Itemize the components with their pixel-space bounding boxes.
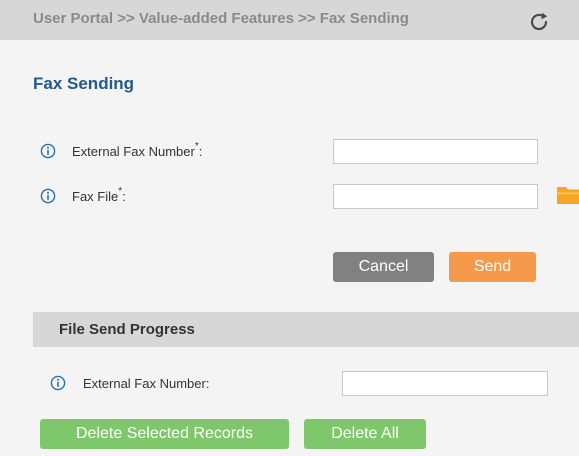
label-colon: : <box>198 144 203 159</box>
fax-file-label: Fax File*: <box>72 185 126 204</box>
required-mark: * <box>194 140 199 152</box>
progress-external-fax-number-input[interactable] <box>342 371 548 396</box>
breadcrumb-bar: User Portal >> Value-added Features >> F… <box>0 0 579 40</box>
progress-external-fax-number-label: External Fax Number: <box>83 376 210 391</box>
delete-all-button[interactable]: Delete All <box>304 419 426 449</box>
external-fax-number-label: External Fax Number*: <box>72 140 203 159</box>
info-icon[interactable] <box>40 143 56 159</box>
page-title: Fax Sending <box>33 74 135 93</box>
send-button[interactable]: Send <box>449 252 536 282</box>
section-title: File Send Progress <box>59 321 195 338</box>
delete-selected-records-button[interactable]: Delete Selected Records <box>40 419 289 449</box>
external-fax-number-input[interactable] <box>333 139 538 164</box>
external-fax-number-label-text: External Fax Number <box>72 144 195 159</box>
progress-section-header: File Send Progress <box>33 312 579 347</box>
breadcrumb: User Portal >> Value-added Features >> F… <box>33 10 409 27</box>
fax-file-label-text: Fax File <box>72 189 119 204</box>
fax-file-input[interactable] <box>333 184 538 209</box>
cancel-button[interactable]: Cancel <box>333 252 434 282</box>
required-mark: * <box>118 185 123 197</box>
info-icon[interactable] <box>50 375 66 391</box>
folder-icon[interactable] <box>557 184 579 204</box>
refresh-icon[interactable] <box>527 10 551 34</box>
info-icon[interactable] <box>40 188 56 204</box>
label-colon: : <box>122 189 126 204</box>
